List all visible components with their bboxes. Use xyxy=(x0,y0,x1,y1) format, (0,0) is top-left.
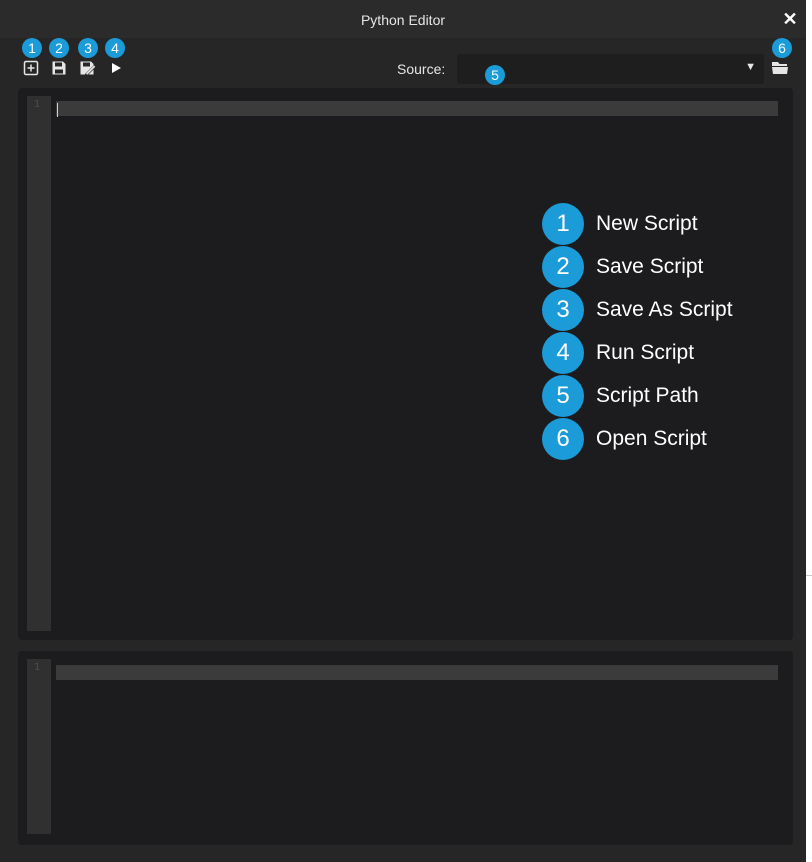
window-title: Python Editor xyxy=(360,12,446,28)
legend-label: Save As Script xyxy=(596,298,733,321)
legend-label: Script Path xyxy=(596,384,699,407)
save-as-script-button[interactable] xyxy=(78,60,98,80)
output-line-number: 1 xyxy=(33,662,41,673)
legend-number: 6 xyxy=(542,418,584,460)
plus-square-icon xyxy=(23,60,39,81)
play-icon xyxy=(109,61,123,80)
title-bar: Python Editor ✕ xyxy=(0,0,806,38)
legend-label: Save Script xyxy=(596,255,704,278)
output-panel[interactable]: 1 xyxy=(18,651,793,845)
save-script-button[interactable] xyxy=(49,60,69,80)
legend-number: 2 xyxy=(542,246,584,288)
background-divider xyxy=(806,575,812,576)
editor-current-line xyxy=(56,101,778,116)
legend-label: Open Script xyxy=(596,427,707,450)
legend-number: 3 xyxy=(542,289,584,331)
python-editor-window: Python Editor ✕ 1 2 3 4 Source: ▼ 5 6 1 … xyxy=(0,0,806,862)
run-script-button[interactable] xyxy=(106,60,126,80)
legend-label: Run Script xyxy=(596,341,695,364)
new-script-badge: 1 xyxy=(22,38,42,58)
editor-line-gutter: 1 xyxy=(27,96,51,631)
source-path-badge: 5 xyxy=(485,65,505,85)
save-script-badge: 2 xyxy=(49,38,69,58)
new-script-button[interactable] xyxy=(21,60,41,80)
chevron-down-icon: ▼ xyxy=(745,61,756,73)
run-script-badge: 4 xyxy=(105,38,125,58)
text-cursor xyxy=(57,103,58,117)
legend-number: 5 xyxy=(542,375,584,417)
output-line-gutter: 1 xyxy=(27,659,51,834)
output-current-line xyxy=(56,665,778,680)
editor-line-number: 1 xyxy=(33,99,41,110)
legend-number: 1 xyxy=(542,203,584,245)
source-label: Source: xyxy=(397,61,446,77)
save-as-script-badge: 3 xyxy=(78,38,98,58)
close-button[interactable]: ✕ xyxy=(780,9,800,29)
save-as-icon xyxy=(79,60,97,81)
legend-label: New Script xyxy=(596,212,698,235)
folder-open-icon xyxy=(771,59,789,80)
floppy-disk-icon xyxy=(51,60,67,81)
open-script-badge: 6 xyxy=(772,38,792,58)
legend-number: 4 xyxy=(542,332,584,374)
open-script-button[interactable] xyxy=(770,59,790,79)
